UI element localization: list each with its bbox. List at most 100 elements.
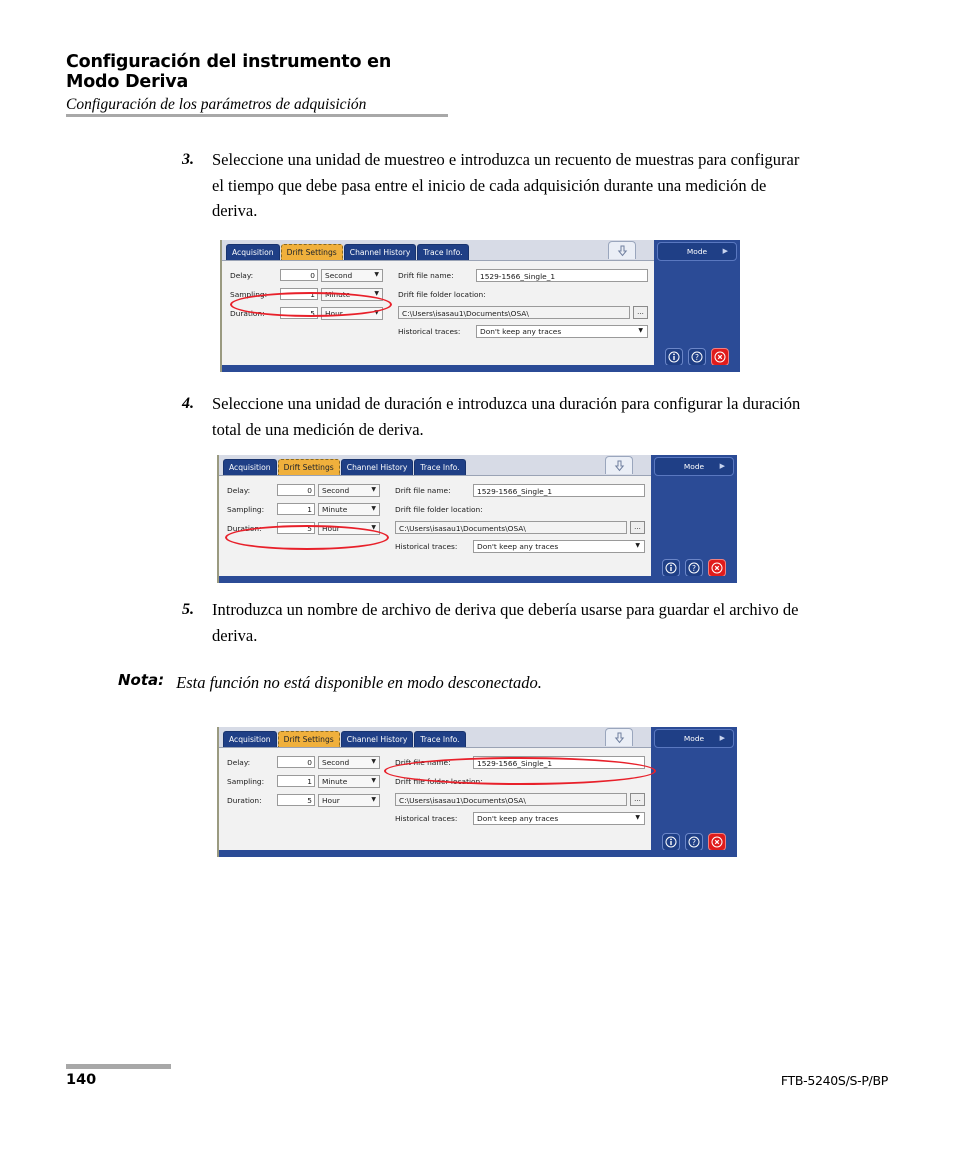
tab-channel-history[interactable]: Channel History <box>343 243 417 260</box>
tab-channel-history[interactable]: Channel History <box>340 458 414 475</box>
duration-row: Duration: 5 Hour ▼ <box>227 793 387 807</box>
drift-file-name-label: Drift file name: <box>398 270 454 280</box>
timing-fields: Delay: 0 Second ▼ Sampling: 1 Minute ▼ Dur… <box>219 755 387 857</box>
help-button[interactable]: ? <box>685 559 703 577</box>
sampling-input[interactable]: 1 <box>280 288 318 300</box>
drift-folder-input[interactable]: C:\Users\isasau1\Documents\OSA\ <box>398 306 630 319</box>
footer-model: FTB-5240S/S-P/BP <box>780 1073 888 1088</box>
tab-bar: Acquisition Drift Settings Channel Histo… <box>219 727 651 748</box>
delay-input[interactable]: 0 <box>277 484 315 496</box>
step-item-4: 4. Seleccione una unidad de duración e i… <box>182 391 802 442</box>
drift-file-name-input[interactable]: 1529-1566_Single_1 <box>476 268 648 282</box>
delay-input[interactable]: 0 <box>277 756 315 768</box>
delay-row: Delay: 0 Second ▼ <box>227 483 387 497</box>
historical-traces-select[interactable]: Don't keep any traces ▼ <box>473 811 645 825</box>
close-button[interactable] <box>711 348 729 366</box>
step-text: Seleccione una unidad de muestreo e intr… <box>212 150 800 221</box>
historical-traces-row: Historical traces: Don't keep any traces… <box>395 539 645 553</box>
timing-fields: Delay: 0 Second ▼ Sampling: 1 Minute ▼ Dur… <box>222 268 390 372</box>
help-button[interactable]: ? <box>685 833 703 851</box>
sampling-input[interactable]: 1 <box>277 775 315 787</box>
drift-file-name-input[interactable]: 1529-1566_Single_1 <box>473 755 645 769</box>
historical-traces-select[interactable]: Don't keep any traces ▼ <box>473 539 645 553</box>
play-arrow-icon: ▶ <box>719 462 725 470</box>
timing-fields: Delay: 0 Second ▼ Sampling: 1 Minute ▼ Dur… <box>219 483 387 583</box>
tab-trace-info[interactable]: Trace Info. <box>414 458 466 475</box>
delay-input[interactable]: 0 <box>280 269 318 281</box>
mode-button[interactable]: Mode ▶ <box>657 242 737 261</box>
tab-acquisition[interactable]: Acquisition <box>223 730 277 747</box>
tab-trace-info[interactable]: Trace Info. <box>417 243 469 260</box>
browse-button[interactable]: ... <box>630 793 645 806</box>
chevron-down-icon: ▼ <box>371 486 376 493</box>
delay-unit-select[interactable]: Second ▼ <box>318 755 380 769</box>
drift-folder-label-row: Drift file folder location: <box>395 502 651 516</box>
info-button[interactable] <box>665 348 683 366</box>
close-button[interactable] <box>708 833 726 851</box>
duration-row: Duration: 5 Hour ▼ <box>230 306 390 320</box>
sampling-unit-select[interactable]: Minute ▼ <box>318 502 380 516</box>
down-arrow-icon[interactable] <box>608 241 636 259</box>
duration-input[interactable]: 5 <box>277 522 315 534</box>
mode-button[interactable]: Mode ▶ <box>654 457 734 476</box>
chevron-down-icon: ▼ <box>371 758 376 765</box>
duration-unit-select[interactable]: Hour ▼ <box>318 793 380 807</box>
mode-button[interactable]: Mode ▶ <box>654 729 734 748</box>
sampling-label: Sampling: <box>227 504 265 514</box>
historical-traces-select[interactable]: Don't keep any traces ▼ <box>476 324 648 338</box>
historical-traces-value: Don't keep any traces <box>477 541 559 551</box>
tab-acquisition[interactable]: Acquisition <box>223 458 277 475</box>
info-button[interactable] <box>662 833 680 851</box>
page-title: Configuración del instrumento en Modo De… <box>66 52 392 93</box>
step-number: 3. <box>182 151 194 168</box>
delay-unit-select[interactable]: Second ▼ <box>321 268 383 282</box>
browse-button[interactable]: ... <box>630 521 645 534</box>
chevron-down-icon: ▼ <box>638 327 643 334</box>
drift-folder-input[interactable]: C:\Users\isasau1\Documents\OSA\ <box>395 521 627 534</box>
delay-label: Delay: <box>227 757 251 767</box>
file-fields: Drift file name: 1529-1566_Single_1 Drif… <box>390 268 654 372</box>
duration-input[interactable]: 5 <box>280 307 318 319</box>
historical-traces-value: Don't keep any traces <box>477 813 559 823</box>
drift-file-name-label: Drift file name: <box>395 757 451 767</box>
step-item-5: 5. Introduzca un nombre de archivo de de… <box>182 597 802 648</box>
delay-unit-select[interactable]: Second ▼ <box>318 483 380 497</box>
note-label: Nota: <box>118 671 165 689</box>
sampling-unit-select[interactable]: Minute ▼ <box>321 287 383 301</box>
duration-unit-select[interactable]: Hour ▼ <box>321 306 383 320</box>
tab-drift-settings[interactable]: Drift Settings <box>277 730 340 747</box>
duration-input[interactable]: 5 <box>277 794 315 806</box>
page-header: Configuración del instrumento en Modo De… <box>66 52 448 122</box>
tab-trace-info[interactable]: Trace Info. <box>414 730 466 747</box>
sampling-unit-select[interactable]: Minute ▼ <box>318 774 380 788</box>
drift-file-name-row: Drift file name: 1529-1566_Single_1 <box>395 483 651 497</box>
tab-acquisition[interactable]: Acquisition <box>226 243 280 260</box>
chevron-down-icon: ▼ <box>371 524 376 531</box>
tab-channel-history[interactable]: Channel History <box>340 730 414 747</box>
mode-label: Mode <box>686 247 708 256</box>
close-button[interactable] <box>708 559 726 577</box>
header-divider <box>66 114 448 117</box>
down-arrow-icon[interactable] <box>605 456 633 474</box>
delay-label: Delay: <box>230 270 254 280</box>
sampling-input[interactable]: 1 <box>277 503 315 515</box>
app-screenshot-2: Acquisition Drift Settings Channel Histo… <box>217 455 737 583</box>
svg-text:?: ? <box>692 838 696 847</box>
info-button[interactable] <box>662 559 680 577</box>
tab-drift-settings[interactable]: Drift Settings <box>277 458 340 475</box>
delay-row: Delay: 0 Second ▼ <box>230 268 390 282</box>
drift-folder-input[interactable]: C:\Users\isasau1\Documents\OSA\ <box>395 793 627 806</box>
chevron-down-icon: ▼ <box>635 542 640 549</box>
duration-unit-select[interactable]: Hour ▼ <box>318 521 380 535</box>
file-fields: Drift file name: 1529-1566_Single_1 Drif… <box>387 755 651 857</box>
help-button[interactable]: ? <box>688 348 706 366</box>
down-arrow-icon[interactable] <box>605 728 633 746</box>
step-number: 5. <box>182 601 194 618</box>
drift-file-name-row: Drift file name: 1529-1566_Single_1 <box>395 755 651 769</box>
file-fields: Drift file name: 1529-1566_Single_1 Drif… <box>387 483 651 583</box>
historical-traces-label: Historical traces: <box>395 541 458 551</box>
mode-panel: Mode ▶ ? <box>651 727 737 857</box>
browse-button[interactable]: ... <box>633 306 648 319</box>
tab-drift-settings[interactable]: Drift Settings <box>280 243 343 260</box>
drift-file-name-input[interactable]: 1529-1566_Single_1 <box>473 483 645 497</box>
